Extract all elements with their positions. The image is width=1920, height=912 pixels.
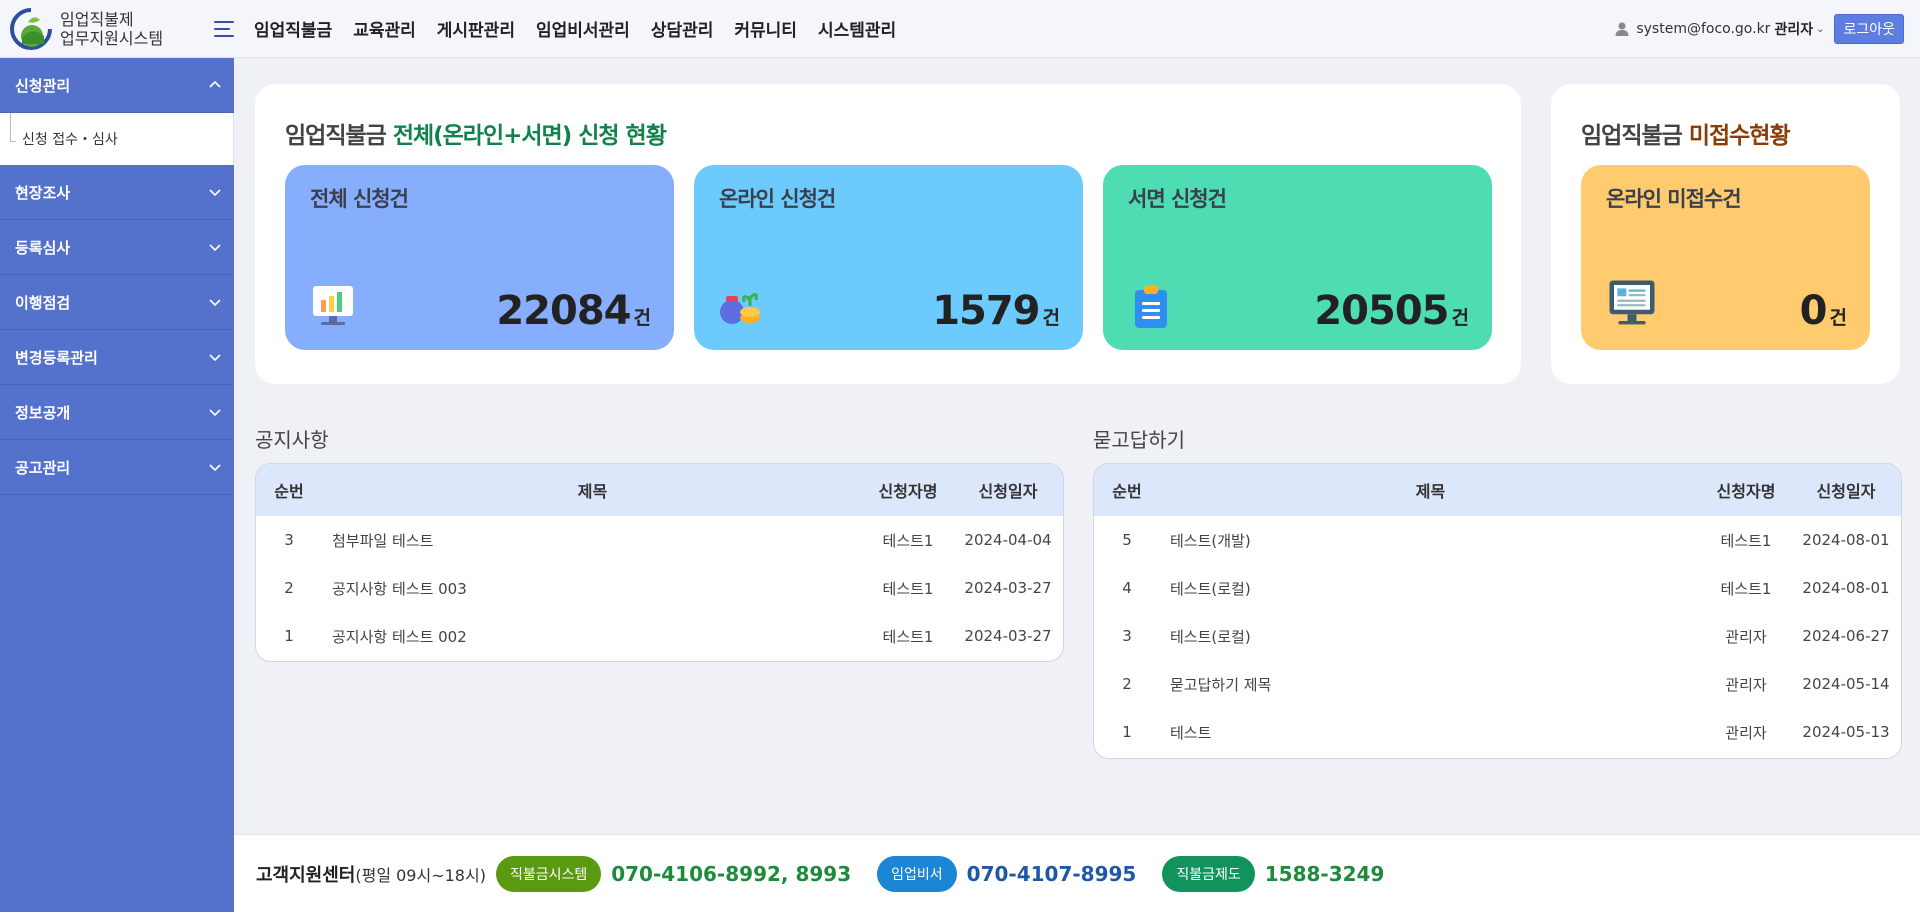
col-no-header: 순번 [274, 482, 304, 501]
nav-community[interactable]: 커뮤니티 [734, 16, 797, 41]
top-header: 임업직불제 업무지원시스템 임업직불금 교육관리 게시판관리 임업비서관리 상담… [0, 0, 1920, 58]
logo-line2: 업무지원시스템 [60, 28, 164, 48]
table-row[interactable]: 3 테스트(로컬) 관리자 2024-06-27 [1094, 612, 1901, 660]
col-date-header: 신청일자 [978, 482, 1038, 501]
sidebar-item-field-survey[interactable]: 현장조사 [0, 165, 234, 220]
chevron-down-icon [209, 244, 221, 252]
chevron-down-icon [209, 354, 221, 362]
nav-consulting[interactable]: 상담관리 [651, 16, 714, 41]
logo-text: 임업직불제 업무지원시스템 [60, 10, 163, 48]
col-date-header: 신청일자 [1816, 482, 1876, 501]
qna-title: 묻고답하기 [1093, 428, 1185, 452]
chevron-down-icon [209, 189, 221, 197]
global-nav: 임업직불금 교육관리 게시판관리 임업비서관리 상담관리 커뮤니티 시스템관리 [254, 16, 917, 41]
user-area: system@foco.go.kr 관리자 ⌄ 로그아웃 [1614, 14, 1904, 44]
stat-card-label: 서면 신청건 [1128, 187, 1227, 211]
stat-card-label: 전체 신청건 [310, 187, 409, 211]
contact-pill-payment-system[interactable]: 직불금시스템 [495, 855, 602, 892]
col-name-header: 신청자명 [878, 482, 938, 501]
stat-card-value: 1579 건 [932, 288, 1060, 334]
chevron-down-icon [209, 409, 221, 417]
sidebar-item-compliance-check[interactable]: 이행점검 [0, 275, 234, 330]
computer-document-icon [1609, 280, 1655, 325]
stat-card-label: 온라인 미접수건 [1606, 187, 1742, 211]
nav-forest-secretary[interactable]: 임업비서관리 [536, 16, 630, 41]
table-row[interactable]: 1 테스트 관리자 2024-05-13 [1094, 708, 1901, 756]
sidebar-subitem-label: 신청 접수・심사 [22, 132, 118, 148]
chevron-down-icon [209, 464, 221, 472]
qna-board: 순번 제목 신청자명 신청일자 5 테스트(개발) 테스트1 2024-08-0… [1093, 463, 1902, 759]
stat-card-paper[interactable]: 서면 신청건 20505 건 [1103, 165, 1492, 350]
stat-card-value: 0건 [1799, 288, 1847, 334]
phone-forest-secretary: 070-4107-8995 [966, 861, 1137, 886]
logo[interactable]: 임업직불제 업무지원시스템 [8, 6, 208, 52]
notice-title: 공지사항 [255, 428, 329, 452]
stat-card-value: 20505 건 [1314, 288, 1469, 334]
total-status-panel: 임업직불금 전체(온라인+서면) 신청 현황 전체 신청건 22084 건 온라인… [255, 84, 1521, 384]
nav-education[interactable]: 교육관리 [353, 16, 416, 41]
coins-sprout-icon [720, 293, 760, 324]
user-role-dropdown[interactable]: 관리자 [1774, 19, 1813, 39]
clipboard-icon [1135, 285, 1167, 328]
user-icon [1615, 22, 1629, 36]
sidebar-item-label: 신청관리 [15, 76, 71, 95]
table-row[interactable]: 4 테스트(로컬) 테스트1 2024-08-01 [1094, 564, 1901, 612]
logout-button[interactable]: 로그아웃 [1834, 14, 1904, 44]
monitor-chart-icon [313, 286, 353, 325]
stat-card-value: 22084 건 [496, 288, 651, 334]
stat-card-online[interactable]: 온라인 신청건 1579 건 [694, 165, 1083, 350]
total-status-title: 임업직불금 전체(온라인+서면) 신청 현황 [285, 123, 667, 149]
sidebar: 신청관리 신청 접수・심사 현장조사 등록심사 이행점검 변경등록관리 정보공개… [0, 58, 234, 912]
phone-payment-policy: 1588-3249 [1264, 861, 1385, 886]
sidebar-item-announcement[interactable]: 공고관리 [0, 440, 234, 495]
unreceived-status-panel: 임업직불금 미접수현황 온라인 미접수건 0건 [1551, 84, 1900, 384]
table-row[interactable]: 2 묻고답하기 제목 관리자 2024-05-14 [1094, 660, 1901, 708]
table-row[interactable]: 1 공지사항 테스트 002 테스트1 2024-03-27 [256, 612, 1063, 660]
chevron-down-icon [209, 299, 221, 307]
sidebar-item-change-registration[interactable]: 변경등록관리 [0, 330, 234, 385]
nav-system[interactable]: 시스템관리 [818, 16, 896, 41]
chevron-up-icon [209, 80, 221, 88]
contact-pill-payment-policy[interactable]: 직불금제도 [1162, 855, 1255, 892]
chevron-down-icon[interactable]: ⌄ [1816, 24, 1824, 35]
stat-card-unreceived[interactable]: 온라인 미접수건 0건 [1581, 165, 1870, 350]
logo-line1: 임업직불제 [60, 9, 134, 29]
stat-card-label: 온라인 신청건 [719, 187, 836, 211]
col-name-header: 신청자명 [1716, 482, 1776, 501]
table-row[interactable]: 5 테스트(개발) 테스트1 2024-08-01 [1094, 516, 1901, 564]
nav-board[interactable]: 게시판관리 [437, 16, 515, 41]
sidebar-item-registration-review[interactable]: 등록심사 [0, 220, 234, 275]
footer-center-label: 고객지원센터 [256, 864, 356, 886]
notice-board: 순번 제목 신청자명 신청일자 3 첨부파일 테스트 테스트1 2024-04-… [255, 463, 1064, 662]
table-header: 순번 제목 신청자명 신청일자 [1094, 464, 1901, 516]
sidebar-item-label: 공고관리 [15, 458, 71, 477]
sidebar-item-label: 현장조사 [15, 183, 71, 202]
unreceived-status-title: 임업직불금 미접수현황 [1581, 123, 1791, 149]
stat-card-total[interactable]: 전체 신청건 22084 건 [285, 165, 674, 350]
sidebar-item-label: 정보공개 [15, 403, 71, 422]
table-row[interactable]: 3 첨부파일 테스트 테스트1 2024-04-04 [256, 516, 1063, 564]
menu-toggle-icon[interactable] [214, 16, 240, 42]
phone-payment-system: 070-4106-8992, 8993 [611, 861, 852, 886]
nav-forest-payment[interactable]: 임업직불금 [254, 16, 332, 41]
sidebar-item-label: 이행점검 [15, 293, 71, 312]
user-email: system@foco.go.kr [1636, 21, 1771, 37]
sidebar-item-label: 변경등록관리 [15, 348, 98, 367]
sidebar-item-application[interactable]: 신청관리 [0, 58, 234, 113]
col-no-header: 순번 [1112, 482, 1142, 501]
col-title-header: 제목 [577, 482, 608, 501]
contact-pill-forest-secretary[interactable]: 임업비서 [877, 855, 957, 892]
footer-hours: (평일 09시~18시) [355, 865, 486, 885]
sidebar-subitem-application-review[interactable]: 신청 접수・심사 [0, 113, 234, 165]
sidebar-item-information-disclosure[interactable]: 정보공개 [0, 385, 234, 440]
footer: 고객지원센터 (평일 09시~18시) 직불금시스템 070-4106-8992… [234, 834, 1920, 912]
table-header: 순번 제목 신청자명 신청일자 [256, 464, 1063, 516]
col-title-header: 제목 [1415, 482, 1446, 501]
logo-mark-icon [8, 6, 54, 52]
table-row[interactable]: 2 공지사항 테스트 003 테스트1 2024-03-27 [256, 564, 1063, 612]
sidebar-item-label: 등록심사 [15, 238, 71, 257]
